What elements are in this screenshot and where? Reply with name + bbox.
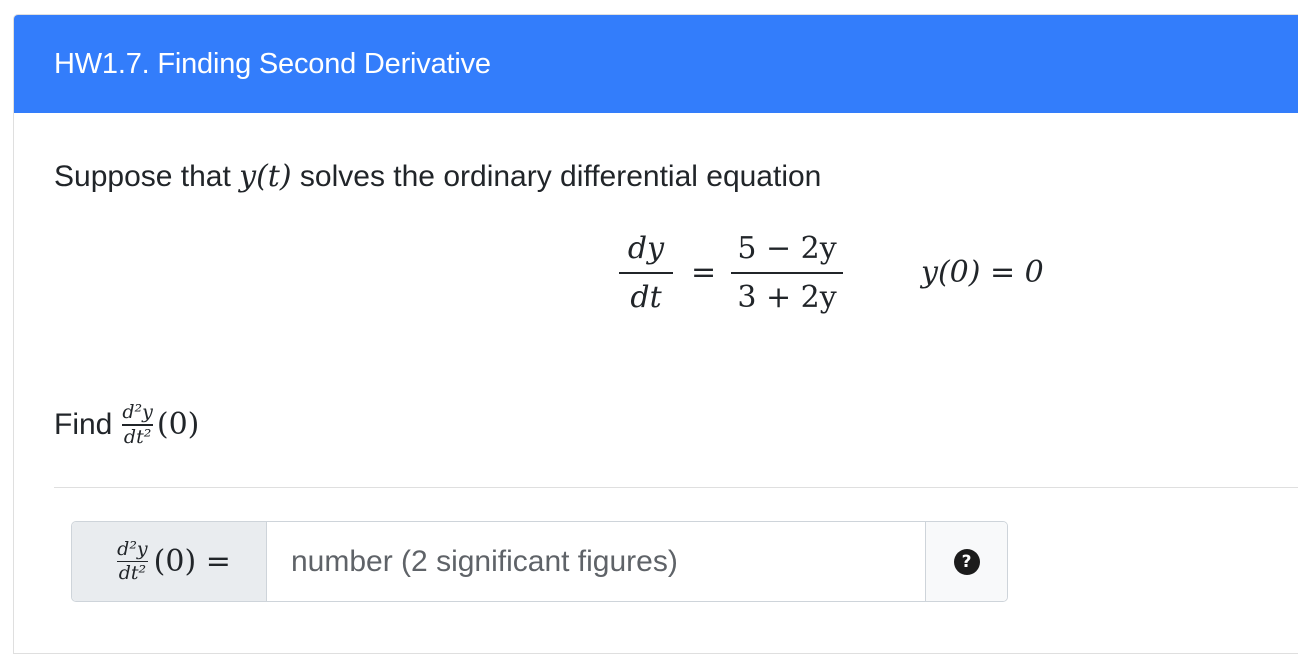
answer-derivative-fraction: d²y dt² (117, 537, 148, 585)
find-prompt: Find d²y dt² (0) (54, 403, 199, 447)
prompt-intro: Suppose that (54, 160, 231, 193)
answer-label-numerator: d²y (117, 537, 148, 560)
answer-input-group: d²y dt² (0) = ? (71, 521, 1008, 602)
question-prompt: Suppose that y(t) solves the ordinary di… (54, 159, 821, 194)
find-denominator: dt² (123, 425, 152, 448)
ode-equation: dy dt = 5 − 2y 3 + 2y y(0) = 0 (619, 231, 1079, 321)
answer-label-denominator: dt² (118, 562, 147, 585)
lhs-fraction-bar (619, 272, 673, 274)
lhs-denominator: dt (630, 280, 662, 315)
help-button[interactable]: ? (925, 522, 1007, 601)
answer-input[interactable] (267, 522, 925, 601)
rhs-numerator: 5 − 2y (737, 231, 837, 266)
initial-condition: y(0) = 0 (921, 255, 1044, 290)
find-argument: (0) (156, 407, 200, 443)
find-label: Find (54, 407, 113, 441)
rhs-denominator: 3 + 2y (737, 280, 837, 315)
question-title: HW1.7. Finding Second Derivative (14, 15, 1298, 113)
rhs-fraction: 5 − 2y 3 + 2y (731, 231, 843, 315)
section-divider (54, 487, 1298, 488)
rhs-fraction-bar (731, 272, 843, 274)
find-derivative-fraction: d²y dt² (122, 403, 153, 447)
question-card: HW1.7. Finding Second Derivative Suppose… (13, 14, 1298, 654)
question-circle-icon[interactable]: ? (953, 548, 980, 575)
equals-sign: = (691, 255, 717, 290)
lhs-numerator: dy (627, 231, 665, 266)
prompt-function: y(t) (239, 159, 292, 194)
answer-label-argument: (0) = (153, 544, 231, 579)
prompt-rest: solves the ordinary differential equatio… (299, 160, 822, 193)
find-numerator: d²y (122, 401, 153, 423)
lhs-fraction: dy dt (619, 231, 673, 315)
answer-label: d²y dt² (0) = (72, 522, 267, 601)
